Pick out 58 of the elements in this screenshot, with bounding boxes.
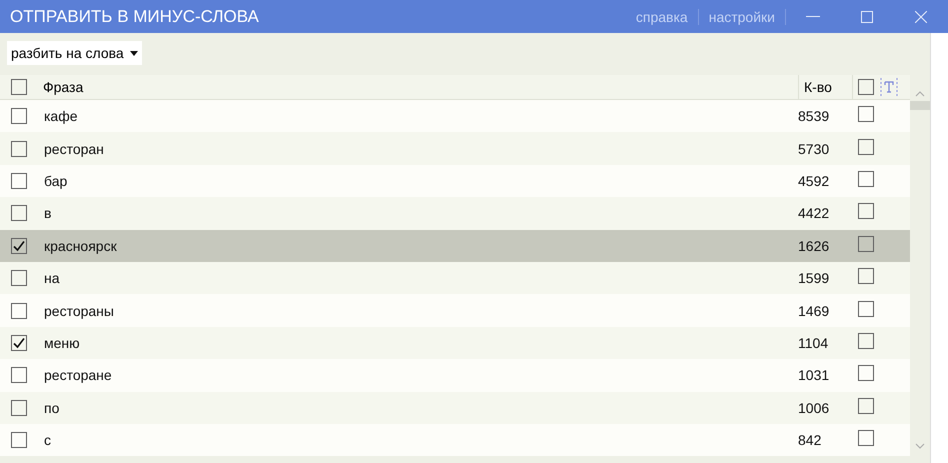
count-text: 1469 bbox=[798, 302, 830, 319]
row-checkbox[interactable] bbox=[11, 367, 27, 384]
row-checkbox[interactable] bbox=[858, 138, 874, 155]
row-checkbox[interactable] bbox=[11, 302, 27, 319]
count-text: 4422 bbox=[798, 205, 830, 222]
window-title: ОТПРАВИТЬ В МИНУС-СЛОВА bbox=[10, 6, 260, 26]
row-checkbox[interactable] bbox=[858, 365, 874, 382]
phrase-text: рестораны bbox=[43, 302, 115, 319]
caret-icon bbox=[130, 50, 138, 56]
count-text: 1104 bbox=[798, 334, 830, 351]
count-text: 1031 bbox=[798, 367, 830, 384]
text-icon bbox=[880, 77, 898, 97]
row-checkbox[interactable] bbox=[858, 203, 874, 220]
header-link[interactable]: справка bbox=[626, 8, 699, 24]
phrase-text: на bbox=[43, 270, 61, 286]
phrase-text: красноярск bbox=[43, 238, 118, 254]
row-checkbox[interactable] bbox=[858, 332, 874, 349]
header-checkbox[interactable] bbox=[858, 79, 874, 95]
count-text: 1626 bbox=[798, 238, 830, 254]
phrase-text: ресторан bbox=[43, 140, 105, 157]
row-checkbox[interactable] bbox=[11, 334, 27, 351]
count-text: 5730 bbox=[798, 140, 830, 157]
count-text: 1599 bbox=[798, 270, 830, 286]
phrase-text: по bbox=[43, 400, 60, 416]
row-checkbox[interactable] bbox=[858, 398, 874, 414]
row-checkbox[interactable] bbox=[11, 270, 27, 286]
maximize-icon bbox=[861, 10, 873, 22]
column-header: Фраза bbox=[38, 75, 799, 99]
phrase-text: меню bbox=[43, 334, 81, 351]
scrollbar-thumb[interactable] bbox=[910, 101, 930, 110]
phrase-text: с bbox=[43, 432, 52, 448]
row-checkbox[interactable] bbox=[11, 432, 27, 448]
row-checkbox[interactable] bbox=[11, 108, 27, 124]
phrase-text: ресторане bbox=[43, 367, 113, 384]
phrase-text: кафе bbox=[43, 108, 79, 124]
row-checkbox[interactable] bbox=[858, 268, 874, 284]
header-link[interactable]: настройки bbox=[698, 8, 786, 24]
row-checkbox[interactable] bbox=[858, 300, 874, 317]
row-checkbox[interactable] bbox=[11, 140, 27, 157]
phrase-text: бар bbox=[43, 172, 68, 189]
row-checkbox[interactable] bbox=[858, 170, 874, 187]
row-checkbox[interactable] bbox=[11, 172, 27, 189]
column-header: К-во bbox=[799, 75, 853, 99]
row-checkbox[interactable] bbox=[858, 430, 874, 446]
phrase-text: в bbox=[43, 205, 52, 222]
count-text: 842 bbox=[798, 432, 822, 448]
row-checkbox[interactable] bbox=[11, 400, 27, 416]
count-text: 1006 bbox=[798, 400, 830, 416]
minimize-icon bbox=[806, 16, 820, 18]
close-icon bbox=[915, 10, 927, 22]
row-checkbox[interactable] bbox=[11, 205, 27, 222]
count-text: 8539 bbox=[798, 108, 830, 124]
row-checkbox[interactable] bbox=[11, 238, 27, 254]
select-all-checkbox[interactable] bbox=[11, 79, 27, 95]
row-checkbox[interactable] bbox=[858, 236, 874, 252]
row-checkbox[interactable] bbox=[858, 106, 874, 122]
count-text: 4592 bbox=[798, 172, 830, 189]
mode-dropdown[interactable]: разбить на слова bbox=[7, 41, 142, 65]
